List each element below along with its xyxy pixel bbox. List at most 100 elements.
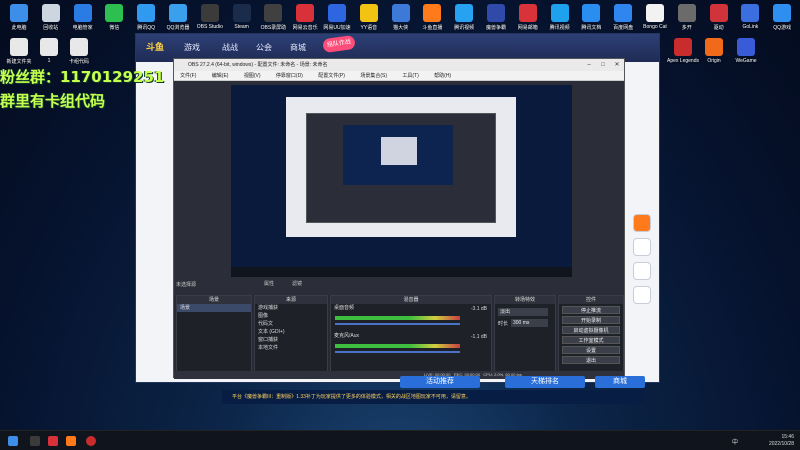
menu-tools[interactable]: 工具(T)	[402, 73, 418, 79]
obs-title-bar: OBS 27.2.4 (64-bit, windows) - 配置文件: 未命名…	[174, 59, 624, 71]
desktop-shortcut[interactable]: 新建文件夹	[2, 38, 36, 65]
ladder-button[interactable]: 天梯排名	[505, 376, 585, 388]
desktop-shortcut[interactable]: 腾讯QQ	[129, 4, 163, 31]
desktop-shortcut[interactable]: 腾讯视频	[447, 4, 481, 31]
app-taskbar-icon[interactable]	[48, 436, 58, 446]
maximize-icon[interactable]: □	[596, 59, 610, 71]
desktop-shortcut[interactable]: 电脑管家	[66, 4, 100, 31]
desktop-shortcut[interactable]: 猫大侠	[384, 4, 418, 31]
source-item[interactable]: 窗口捕获	[255, 336, 327, 344]
desktop-shortcut[interactable]: WeGame	[729, 38, 763, 64]
studio-mode-button[interactable]: 工作室模式	[562, 336, 620, 344]
filters-button[interactable]: 滤镜	[292, 280, 302, 287]
shortcut-label: 微信	[109, 25, 120, 31]
source-item[interactable]: 代码文	[255, 320, 327, 328]
activity-button[interactable]: 活动推荐	[400, 376, 480, 388]
desktop-shortcut[interactable]: GoLink	[733, 4, 767, 30]
desktop-shortcut[interactable]: QQ游戏	[765, 4, 799, 31]
desktop-shortcut[interactable]: 回收站	[34, 4, 68, 31]
desktop-shortcut[interactable]: 百度网盘	[606, 4, 640, 31]
menu-file[interactable]: 文件(F)	[180, 73, 196, 79]
menu-profile[interactable]: 配置文件(P)	[318, 73, 345, 79]
source-item[interactable]: 本地文件	[255, 344, 327, 352]
exit-button[interactable]: 退出	[562, 356, 620, 364]
minimize-icon[interactable]: –	[582, 59, 596, 71]
nav-tab-game[interactable]: 游戏	[184, 42, 200, 53]
desktop-shortcut[interactable]: 网易云音乐	[288, 4, 322, 31]
properties-button[interactable]: 属性	[264, 280, 274, 287]
virtual-camera-button[interactable]: 启动虚拟摄像机	[562, 326, 620, 334]
record-taskbar-icon[interactable]	[86, 436, 96, 446]
desktop-shortcut[interactable]: 微信	[97, 4, 131, 31]
platform-notification[interactable]: 平台《魔兽争霸III：重制版》1.33补丁为玩家提供了更多的体验模式，相关的战区…	[222, 390, 644, 404]
nav-tab-guild[interactable]: 公会	[256, 42, 272, 53]
desktop-shortcut[interactable]: 此电脑	[2, 4, 36, 31]
settings-button[interactable]: 设置	[562, 346, 620, 354]
desktop-shortcut[interactable]: OBS Studio	[193, 4, 227, 30]
shortcut-label: QQ游戏	[773, 25, 792, 31]
app-icon	[70, 38, 88, 56]
shortcut-label: 1	[47, 58, 51, 64]
system-clock[interactable]: 15:46 2022/10/28	[769, 434, 794, 448]
desktop-shortcut[interactable]: OBS录屏助	[256, 4, 290, 31]
desktop-shortcut[interactable]: 腾讯视频	[543, 4, 577, 31]
desktop-shortcut[interactable]: YY语音	[352, 4, 386, 31]
desktop-shortcut[interactable]: 网易邮箱	[511, 4, 545, 31]
track-desktop-db: -3.1 dB	[470, 306, 487, 312]
scene-item[interactable]: 场景	[177, 304, 251, 312]
windows-start-icon[interactable]	[8, 436, 18, 446]
source-item[interactable]: 文本 (GDI+)	[255, 328, 327, 336]
app-icon	[200, 4, 219, 22]
desktop-shortcut[interactable]: 网易UU加速	[320, 4, 354, 31]
app-icon	[73, 4, 92, 22]
stop-streaming-button[interactable]: 停止推流	[562, 306, 620, 314]
home-icon[interactable]	[633, 238, 651, 256]
app-icon	[10, 38, 28, 56]
desktop-shortcut[interactable]: Bongo Cat	[638, 4, 672, 30]
menu-help[interactable]: 帮助(H)	[434, 73, 451, 79]
obs-window[interactable]: OBS 27.2.4 (64-bit, windows) - 配置文件: 未命名…	[173, 58, 625, 379]
obs-menu-bar: 文件(F) 编辑(E) 视图(V) 停靠窗口(D) 配置文件(P) 场景集合(S…	[174, 71, 624, 81]
desktop-volume-slider[interactable]	[335, 323, 460, 325]
transition-select[interactable]: 淡出	[498, 308, 548, 316]
source-item[interactable]: 图像	[255, 312, 327, 320]
nav-tab-shop[interactable]: 商城	[290, 42, 306, 53]
input-language[interactable]: 中	[732, 437, 738, 446]
duration-input[interactable]: 300 ms	[511, 319, 548, 327]
app-icon	[40, 38, 58, 56]
shop-button[interactable]: 商城	[595, 376, 645, 388]
desktop-shortcut[interactable]: 多开	[670, 4, 704, 31]
menu-docks[interactable]: 停靠窗口(D)	[276, 73, 303, 79]
app-icon	[773, 4, 792, 22]
desktop-shortcut[interactable]: 驱动	[702, 4, 736, 31]
transitions-dock-title: 转场特效	[495, 296, 555, 304]
desktop-audio-meter	[335, 316, 460, 320]
app-icon	[487, 4, 505, 22]
desktop-shortcut[interactable]: Origin	[697, 38, 731, 64]
menu-view[interactable]: 视图(V)	[244, 73, 261, 79]
menu-scene-collection[interactable]: 场景集合(S)	[360, 73, 387, 79]
desktop-shortcut[interactable]: 魔兽争霸	[479, 4, 513, 31]
nav-tab-battle[interactable]: 战战	[222, 42, 238, 53]
shortcut-label: WeGame	[735, 58, 757, 64]
mic-volume-slider[interactable]	[335, 351, 460, 353]
play-icon[interactable]	[633, 214, 651, 232]
app-icon	[296, 4, 315, 22]
desktop-shortcut[interactable]: 1	[32, 38, 66, 64]
desktop-shortcut[interactable]: 斗鱼直播	[415, 4, 449, 31]
start-recording-button[interactable]: 开始录制	[562, 316, 620, 324]
close-icon[interactable]: ✕	[610, 59, 624, 71]
desktop-shortcut[interactable]: QQ浏览器	[161, 4, 195, 31]
desktop-shortcut[interactable]: 卡组代码	[62, 38, 96, 65]
support-icon[interactable]	[633, 286, 651, 304]
event-badge[interactable]: 组队作战	[322, 34, 356, 54]
obs-taskbar-icon[interactable]	[30, 436, 40, 446]
desktop-shortcut[interactable]: Steam	[225, 4, 259, 30]
grid-icon[interactable]	[633, 262, 651, 280]
desktop-shortcut[interactable]: Apex Legends	[666, 38, 700, 64]
obs-preview[interactable]	[231, 85, 572, 277]
menu-edit[interactable]: 编辑(E)	[212, 73, 229, 79]
source-item[interactable]: 游戏捕获	[255, 304, 327, 312]
douyu-taskbar-icon[interactable]	[66, 436, 76, 446]
desktop-shortcut[interactable]: 腾讯文档	[574, 4, 608, 31]
